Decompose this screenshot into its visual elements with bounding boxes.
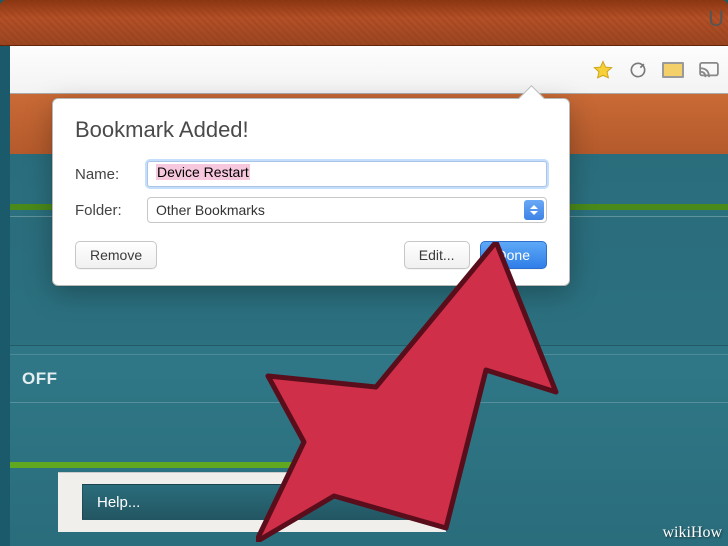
done-button[interactable]: Done <box>480 241 547 269</box>
partial-text: U <box>708 6 724 32</box>
bookmark-added-popup: Bookmark Added! Name: Device Restart Fol… <box>52 98 570 286</box>
help-label: Help... <box>97 494 140 511</box>
folder-selected-value: Other Bookmarks <box>156 202 265 218</box>
status-off-label: OFF <box>10 354 728 403</box>
edit-button[interactable]: Edit... <box>404 241 470 269</box>
star-icon[interactable] <box>592 59 614 81</box>
folder-label: Folder: <box>75 202 137 219</box>
remove-button[interactable]: Remove <box>75 241 157 269</box>
window-button-icon[interactable] <box>662 62 684 78</box>
divider <box>10 402 728 403</box>
window-titlebar: U <box>0 0 728 46</box>
browser-toolbar <box>10 46 728 94</box>
wikihow-watermark: wikiHow <box>662 524 722 542</box>
bookmark-name-input[interactable]: Device Restart <box>147 161 547 187</box>
input-selection: Device Restart <box>156 164 250 180</box>
settings-icon[interactable] <box>628 60 648 80</box>
name-label: Name: <box>75 166 137 183</box>
cast-icon[interactable] <box>698 62 718 78</box>
divider-green-2 <box>10 462 455 468</box>
help-bar[interactable]: Help... <box>82 484 412 520</box>
folder-select[interactable]: Other Bookmarks <box>147 197 547 223</box>
select-caret-icon <box>524 200 544 220</box>
popup-title: Bookmark Added! <box>75 117 547 143</box>
